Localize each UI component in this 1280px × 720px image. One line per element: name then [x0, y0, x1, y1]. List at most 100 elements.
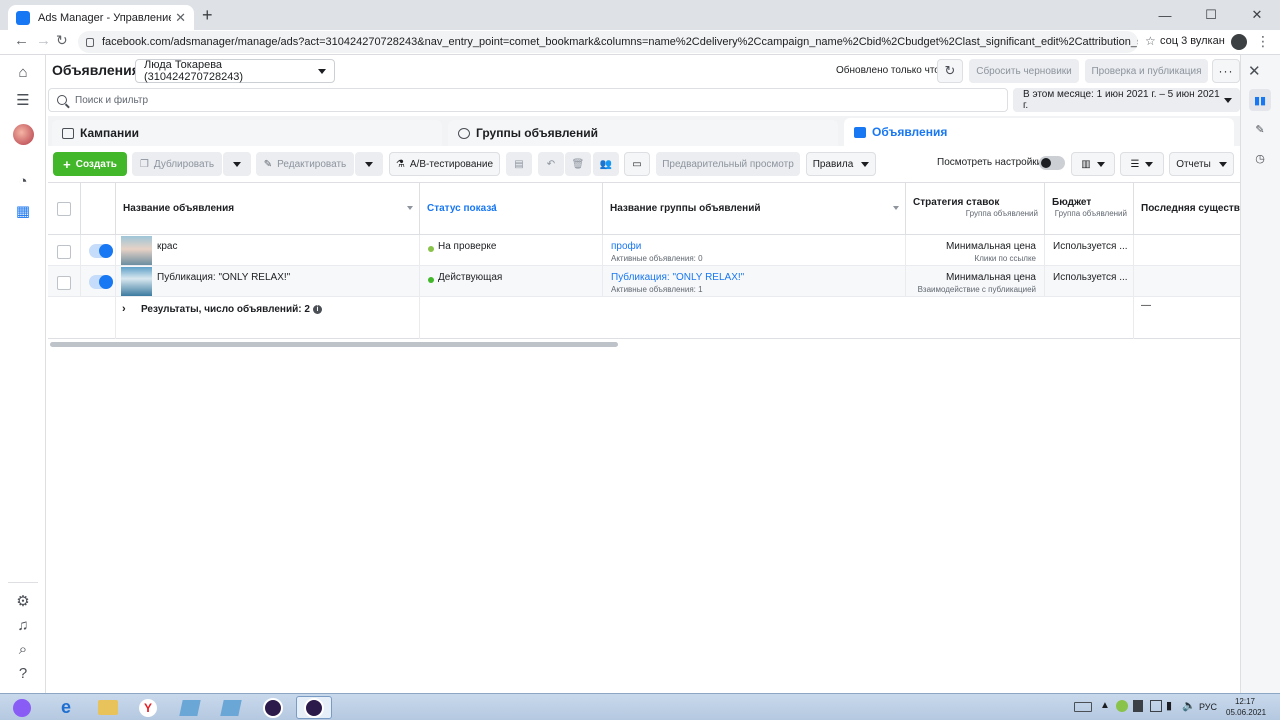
- review-publish-button[interactable]: Проверка и публикация: [1085, 59, 1208, 83]
- preview-button[interactable]: Предварительный просмотр: [656, 152, 800, 176]
- notifications-bell-icon[interactable]: ♫: [14, 616, 32, 634]
- taskbar-yandex[interactable]: Y: [130, 696, 166, 719]
- breakdown-button[interactable]: ☰: [1120, 152, 1164, 176]
- expand-chevron-icon[interactable]: ›: [122, 303, 126, 315]
- bookmark-star-icon[interactable]: ☆: [1145, 34, 1156, 48]
- columns-button[interactable]: ▥: [1071, 152, 1115, 176]
- edit-panel-button[interactable]: ✎: [1249, 118, 1271, 140]
- url-field[interactable]: facebook.com/adsmanager/manage/ads?act=3…: [78, 31, 1138, 53]
- keyboard-icon[interactable]: [1074, 702, 1092, 712]
- header-delivery[interactable]: Статус показа ↑: [420, 183, 603, 235]
- tray-display-icon[interactable]: [1150, 700, 1162, 712]
- ab-test-button[interactable]: ⚗ A/B-тестирование: [389, 152, 500, 176]
- help-icon[interactable]: ?: [14, 664, 32, 682]
- tray-chevron-icon[interactable]: ▲: [1100, 700, 1110, 711]
- undo-button[interactable]: ↶: [538, 152, 564, 176]
- refresh-button[interactable]: ↻: [937, 59, 963, 83]
- browser-menu-icon[interactable]: ⋮: [1256, 33, 1270, 50]
- taskbar-explorer[interactable]: [90, 696, 126, 719]
- preview-icon-button[interactable]: ▭: [624, 152, 650, 176]
- tab-adsets[interactable]: Группы объявлений: [448, 120, 838, 146]
- start-button[interactable]: [8, 696, 36, 719]
- delivery-status: На проверке: [438, 241, 497, 252]
- create-button[interactable]: + Создать: [53, 152, 127, 176]
- ad-on-off-toggle[interactable]: [89, 244, 113, 258]
- charts-panel-button[interactable]: ▮▮: [1249, 89, 1271, 111]
- sort-up-arrow-icon: ↑: [492, 201, 498, 213]
- ab-test-label: A/B-тестирование: [409, 158, 494, 170]
- header-budget[interactable]: Бюджет Группа объявлений: [1045, 183, 1134, 235]
- horizontal-scrollbar[interactable]: [50, 342, 618, 347]
- header-adset-name[interactable]: Название группы объявлений: [603, 183, 906, 235]
- table-row[interactable]: Публикация: "ONLY RELAX!" Действующая Пу…: [48, 266, 1240, 297]
- duplicate-button[interactable]: ❐ Дублировать: [132, 152, 222, 176]
- duplicate-dropdown-button[interactable]: [223, 152, 251, 176]
- row-checkbox[interactable]: [57, 245, 71, 259]
- date-range-picker[interactable]: В этом месяце: 1 июн 2021 г. – 5 июн 202…: [1013, 88, 1240, 112]
- network-signal-icon[interactable]: ▮: [1166, 699, 1172, 712]
- settings-gear-icon[interactable]: ⚙: [14, 592, 32, 610]
- header-bid-strategy-label: Стратегия ставок: [913, 197, 1000, 208]
- header-ad-name[interactable]: Название объявления: [116, 183, 420, 235]
- ad-on-off-toggle[interactable]: [89, 275, 113, 289]
- reload-icon[interactable]: ↻: [56, 32, 68, 49]
- ad-name[interactable]: крас: [157, 241, 178, 252]
- close-panel-icon[interactable]: ✕: [1248, 62, 1261, 80]
- history-panel-button[interactable]: ◷: [1249, 147, 1271, 169]
- search-filter-box[interactable]: [48, 88, 1008, 112]
- adset-link[interactable]: профи: [611, 241, 641, 252]
- profile-avatar-icon[interactable]: [1231, 34, 1247, 50]
- edit-button[interactable]: ✎ Редактировать: [256, 152, 354, 176]
- close-window-icon[interactable]: ✕: [1234, 0, 1280, 30]
- clock-date: 05.06.2021: [1226, 708, 1267, 717]
- view-settings-toggle[interactable]: [1039, 156, 1065, 170]
- row-checkbox[interactable]: [57, 276, 71, 290]
- search-icon[interactable]: ⌕: [14, 640, 32, 658]
- adset-link[interactable]: Публикация: "ONLY RELAX!": [611, 272, 744, 283]
- discard-drafts-button[interactable]: Сбросить черновики: [969, 59, 1079, 83]
- browser-tab[interactable]: Ads Manager - Управление рек ✕: [8, 5, 194, 30]
- taskbar-app-2[interactable]: [213, 696, 249, 719]
- select-all-checkbox[interactable]: [57, 202, 71, 216]
- input-language[interactable]: РУС: [1199, 702, 1217, 712]
- taskbar-app-1[interactable]: [172, 696, 208, 719]
- tray-flag-icon[interactable]: [1133, 700, 1143, 712]
- audience-button[interactable]: 👥: [593, 152, 619, 176]
- search-input[interactable]: [75, 94, 475, 106]
- reports-button[interactable]: Отчеты: [1169, 152, 1234, 176]
- table-row[interactable]: крас На проверке профи Активные объявлен…: [48, 235, 1240, 266]
- tab-campaigns[interactable]: Кампании: [52, 120, 442, 146]
- rules-button[interactable]: Правила: [806, 152, 876, 176]
- minimize-icon[interactable]: —: [1142, 0, 1188, 30]
- tray-app-icon[interactable]: [1116, 700, 1128, 712]
- hamburger-menu-icon[interactable]: ☰: [14, 91, 32, 109]
- clipboard-button[interactable]: ▤: [506, 152, 532, 176]
- system-clock[interactable]: 12:17 05.06.2021: [1226, 696, 1267, 718]
- info-icon[interactable]: i: [312, 304, 322, 314]
- summary-blank-cell: [48, 296, 116, 339]
- taskbar-browser-active[interactable]: [296, 696, 332, 719]
- ad-name[interactable]: Публикация: "ONLY RELAX!": [157, 272, 290, 283]
- delete-button[interactable]: 🗑: [565, 152, 591, 176]
- back-arrow-icon[interactable]: ←: [14, 32, 29, 49]
- internet-explorer-icon: e: [60, 697, 71, 717]
- new-tab-icon[interactable]: +: [202, 5, 213, 25]
- taskbar-viber[interactable]: [255, 696, 291, 719]
- header-bid-strategy[interactable]: Стратегия ставок Группа объявлений: [906, 183, 1045, 235]
- close-tab-icon[interactable]: ✕: [175, 10, 186, 26]
- extension-label[interactable]: соц 3 вулкан: [1160, 35, 1225, 47]
- user-avatar[interactable]: [13, 124, 34, 145]
- maximize-icon[interactable]: ☐: [1188, 0, 1234, 30]
- forward-arrow-icon[interactable]: →: [36, 32, 51, 49]
- home-icon[interactable]: ⌂: [14, 63, 32, 81]
- taskbar-ie[interactable]: e: [48, 696, 84, 719]
- edit-dropdown-button[interactable]: [355, 152, 383, 176]
- tab-ads[interactable]: Объявления: [844, 118, 1234, 146]
- header-last-edit[interactable]: Последняя существе: [1134, 183, 1240, 235]
- row-budget-cell: Используется ...: [1045, 235, 1134, 266]
- account-selector[interactable]: Люда Токарева (310424270728243): [135, 59, 335, 83]
- more-options-button[interactable]: ···: [1212, 59, 1240, 83]
- speedometer-icon[interactable]: ◔: [14, 172, 32, 190]
- ads-manager-grid-icon[interactable]: ▦: [14, 202, 32, 220]
- volume-icon[interactable]: 🔈: [1182, 699, 1196, 712]
